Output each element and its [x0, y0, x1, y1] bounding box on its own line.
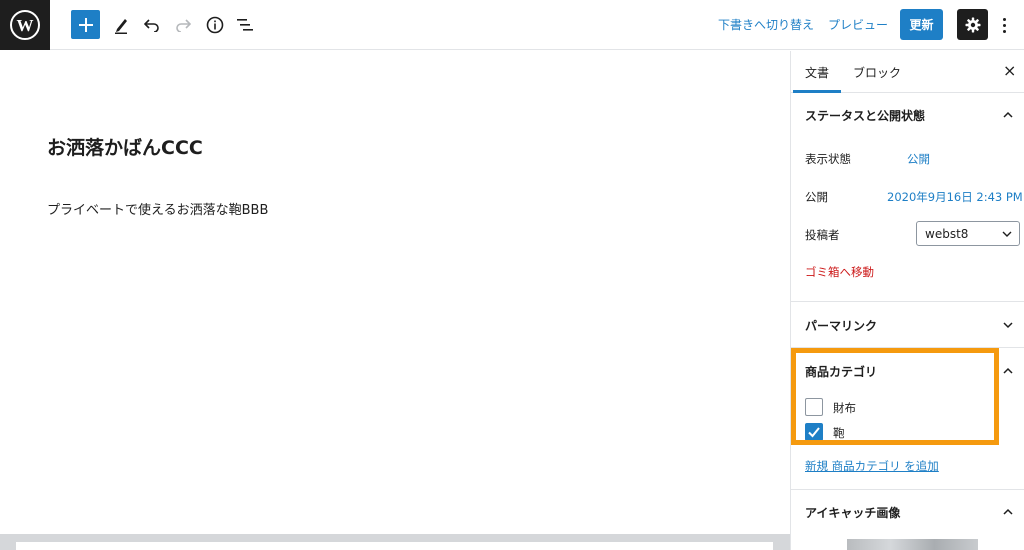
close-icon[interactable]: ×: [1003, 61, 1016, 80]
publish-date-toggle[interactable]: 2020年9月16日 2:43 PM: [887, 189, 1023, 205]
info-icon: [206, 16, 224, 34]
status-panel-title[interactable]: ステータスと公開状態: [805, 107, 925, 124]
settings-sidebar: 文書 ブロック × ステータスと公開状態 表示状態 公開 公開 2020年9月1…: [790, 51, 1024, 550]
editor-footer-panel: [16, 542, 773, 550]
editor-toolbar: W 下書きへ切り替え プレビュー 更新: [0, 0, 1024, 50]
move-to-trash-link[interactable]: ゴミ箱へ移動: [805, 264, 874, 280]
switch-to-draft-button[interactable]: 下書きへ切り替え: [718, 16, 814, 33]
featured-image-thumbnail[interactable]: [847, 539, 978, 550]
update-button[interactable]: 更新: [900, 9, 943, 40]
tab-document[interactable]: 文書: [792, 64, 842, 93]
wordpress-logo-icon[interactable]: W: [0, 0, 50, 50]
block-navigation-button[interactable]: [231, 10, 261, 40]
featured-image-panel-title[interactable]: アイキャッチ画像: [805, 504, 900, 521]
visibility-toggle[interactable]: 公開: [907, 151, 930, 167]
content-info-button[interactable]: [200, 10, 230, 40]
chevron-down-icon: [1002, 231, 1012, 237]
undo-icon: [144, 19, 159, 32]
more-menu-button[interactable]: [996, 10, 1012, 40]
preview-button[interactable]: プレビュー: [828, 16, 888, 33]
tools-button[interactable]: [106, 10, 136, 40]
chevron-up-icon[interactable]: [1001, 364, 1015, 378]
redo-icon: [176, 19, 191, 32]
add-block-button[interactable]: [71, 10, 100, 39]
chevron-up-icon[interactable]: [1001, 505, 1015, 519]
chevron-down-icon[interactable]: [1001, 318, 1015, 332]
permalink-panel-title[interactable]: パーマリンク: [805, 317, 877, 334]
chevron-up-icon[interactable]: [1001, 108, 1015, 122]
redo-button[interactable]: [168, 10, 198, 40]
author-selected-value: webst8: [925, 227, 969, 241]
gear-icon: [965, 17, 980, 32]
category-highlight-box: [791, 348, 999, 445]
tab-block[interactable]: ブロック: [853, 64, 901, 81]
post-title[interactable]: お洒落かばんCCC: [47, 133, 203, 160]
editor-canvas: お洒落かばんCCC プライベートで使えるお洒落な鞄BBB: [0, 51, 790, 550]
add-new-category-link[interactable]: 新規 商品カテゴリ を追加: [805, 458, 939, 474]
panel-divider: [791, 489, 1024, 490]
more-vertical-icon: [1002, 17, 1006, 21]
paragraph-block[interactable]: プライベートで使えるお洒落な鞄BBB: [47, 199, 268, 218]
author-select[interactable]: webst8: [916, 221, 1020, 246]
plus-icon: [78, 17, 93, 32]
panel-divider: [791, 301, 1024, 302]
settings-button[interactable]: [957, 9, 988, 40]
list-view-icon: [237, 19, 253, 31]
sidebar-tabs: 文書 ブロック ×: [791, 51, 1024, 93]
publish-label: 公開: [805, 190, 828, 204]
visibility-label: 表示状態: [805, 152, 851, 166]
author-label: 投稿者: [805, 228, 840, 242]
undo-button[interactable]: [137, 10, 167, 40]
svg-text:W: W: [17, 16, 34, 35]
pencil-icon: [115, 19, 127, 34]
